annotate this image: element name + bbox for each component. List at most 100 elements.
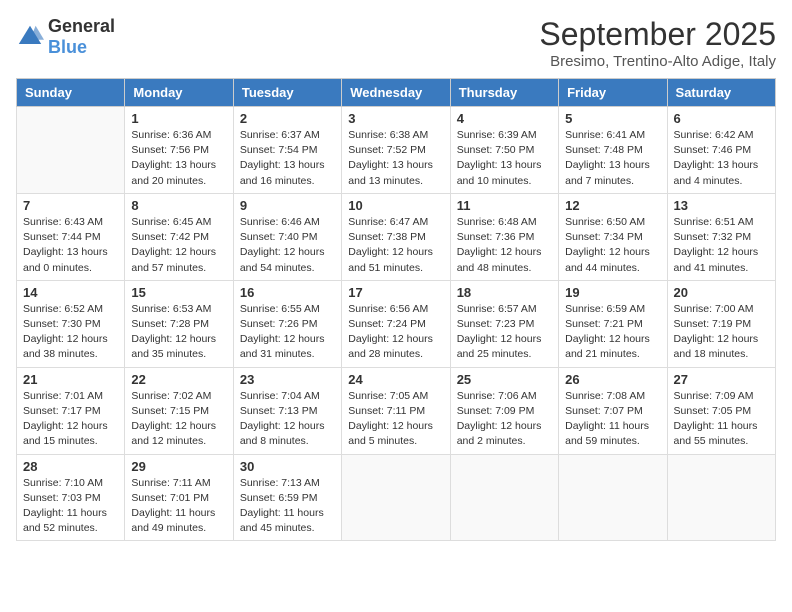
sunset-text: Sunset: 7:09 PM (457, 405, 535, 417)
sunrise-text: Sunrise: 7:13 AM (240, 477, 320, 489)
day-info: Sunrise: 7:05 AMSunset: 7:11 PMDaylight:… (348, 389, 443, 450)
daylight-text: Daylight: 11 hours and 55 minutes. (674, 420, 758, 447)
table-row: 1Sunrise: 6:36 AMSunset: 7:56 PMDaylight… (125, 107, 233, 194)
daylight-text: Daylight: 13 hours and 4 minutes. (674, 159, 759, 186)
sunrise-text: Sunrise: 6:53 AM (131, 303, 211, 315)
daylight-text: Daylight: 11 hours and 52 minutes. (23, 507, 107, 534)
day-number: 2 (240, 111, 335, 126)
day-info: Sunrise: 6:55 AMSunset: 7:26 PMDaylight:… (240, 302, 335, 363)
table-row: 27Sunrise: 7:09 AMSunset: 7:05 PMDayligh… (667, 367, 775, 454)
sunset-text: Sunset: 7:23 PM (457, 318, 535, 330)
day-number: 3 (348, 111, 443, 126)
sunset-text: Sunset: 7:32 PM (674, 231, 752, 243)
day-info: Sunrise: 7:02 AMSunset: 7:15 PMDaylight:… (131, 389, 226, 450)
day-number: 13 (674, 198, 769, 213)
daylight-text: Daylight: 13 hours and 20 minutes. (131, 159, 216, 186)
sunset-text: Sunset: 7:17 PM (23, 405, 101, 417)
sunset-text: Sunset: 7:40 PM (240, 231, 318, 243)
daylight-text: Daylight: 11 hours and 45 minutes. (240, 507, 324, 534)
daylight-text: Daylight: 13 hours and 7 minutes. (565, 159, 650, 186)
day-info: Sunrise: 7:01 AMSunset: 7:17 PMDaylight:… (23, 389, 118, 450)
col-thursday: Thursday (450, 79, 558, 107)
sunrise-text: Sunrise: 6:46 AM (240, 216, 320, 228)
table-row: 17Sunrise: 6:56 AMSunset: 7:24 PMDayligh… (342, 280, 450, 367)
daylight-text: Daylight: 12 hours and 8 minutes. (240, 420, 325, 447)
day-info: Sunrise: 6:53 AMSunset: 7:28 PMDaylight:… (131, 302, 226, 363)
calendar-week-row: 21Sunrise: 7:01 AMSunset: 7:17 PMDayligh… (17, 367, 776, 454)
sunrise-text: Sunrise: 6:51 AM (674, 216, 754, 228)
table-row: 6Sunrise: 6:42 AMSunset: 7:46 PMDaylight… (667, 107, 775, 194)
table-row: 28 Sunrise: 7:10 AM Sunset: 7:03 PM Dayligh… (17, 454, 125, 541)
table-row: 2Sunrise: 6:37 AMSunset: 7:54 PMDaylight… (233, 107, 341, 194)
day-number: 28 (23, 459, 118, 474)
col-wednesday: Wednesday (342, 79, 450, 107)
page-header: General Blue September 2025 Bresimo, Tre… (16, 16, 776, 70)
table-row: 25 Sunrise: 7:06 AM Sunset: 7:09 PM Dayligh… (450, 367, 558, 454)
day-number: 8 (131, 198, 226, 213)
table-row: 18Sunrise: 6:57 AMSunset: 7:23 PMDayligh… (450, 280, 558, 367)
day-info: Sunrise: 6:42 AMSunset: 7:46 PMDaylight:… (674, 128, 769, 189)
sunset-text: Sunset: 7:28 PM (131, 318, 209, 330)
day-number: 17 (348, 285, 443, 300)
sunrise-text: Sunrise: 6:48 AM (457, 216, 537, 228)
daylight-text: Daylight: 12 hours and 25 minutes. (457, 333, 542, 360)
logo-text: General Blue (48, 16, 115, 58)
daylight-text: Daylight: 12 hours and 21 minutes. (565, 333, 650, 360)
sunset-text: Sunset: 7:15 PM (131, 405, 209, 417)
table-row: 9Sunrise: 6:46 AMSunset: 7:40 PMDaylight… (233, 193, 341, 280)
day-number: 22 (131, 372, 226, 387)
day-number: 29 (131, 459, 226, 474)
daylight-text: Daylight: 12 hours and 48 minutes. (457, 246, 542, 273)
sunset-text: Sunset: 7:36 PM (457, 231, 535, 243)
daylight-text: Daylight: 12 hours and 31 minutes. (240, 333, 325, 360)
table-row: 3 Sunrise: 6:38 AMSunset: 7:52 PMDaylight… (342, 107, 450, 194)
sunset-text: Sunset: 7:24 PM (348, 318, 426, 330)
day-info: Sunrise: 7:06 AM Sunset: 7:09 PM Daylight:… (457, 389, 552, 450)
sunset-text: Sunset: 7:13 PM (240, 405, 318, 417)
day-number: 4 (457, 111, 552, 126)
sunrise-text: Sunrise: 7:10 AM (23, 477, 103, 489)
sunrise-text: Sunrise: 7:00 AM (674, 303, 754, 315)
sunset-text: Sunset: 7:07 PM (565, 405, 643, 417)
daylight-text: Daylight: 12 hours and 2 minutes. (457, 420, 542, 447)
daylight-text: Daylight: 12 hours and 38 minutes. (23, 333, 108, 360)
daylight-text: Daylight: 12 hours and 54 minutes. (240, 246, 325, 273)
daylight-text: Daylight: 12 hours and 15 minutes. (23, 420, 108, 447)
table-row (17, 107, 125, 194)
day-info: Sunrise: 6:39 AMSunset: 7:50 PMDaylight:… (457, 128, 552, 189)
table-row: 29Sunrise: 7:11 AMSunset: 7:01 PMDayligh… (125, 454, 233, 541)
table-row: 19 Sunrise: 6:59 AMSunset: 7:21 PMDayligh… (559, 280, 667, 367)
sunrise-text: Sunrise: 6:59 AM (565, 303, 645, 315)
table-row: 8Sunrise: 6:45 AMSunset: 7:42 PMDaylight… (125, 193, 233, 280)
day-info: Sunrise: 6:41 AMSunset: 7:48 PMDaylight:… (565, 128, 660, 189)
day-number: 25 (457, 372, 552, 387)
sunset-text: Sunset: 7:44 PM (23, 231, 101, 243)
sunset-text: Sunset: 7:26 PM (240, 318, 318, 330)
table-row: 4 Sunrise: 6:39 AMSunset: 7:50 PMDaylight… (450, 107, 558, 194)
sunset-text: Sunset: 7:19 PM (674, 318, 752, 330)
daylight-text: Daylight: 13 hours and 0 minutes. (23, 246, 108, 273)
day-number: 19 (565, 285, 660, 300)
table-row (450, 454, 558, 541)
table-row: 15Sunrise: 6:53 AMSunset: 7:28 PMDayligh… (125, 280, 233, 367)
day-info: Sunrise: 6:59 AMSunset: 7:21 PMDaylight:… (565, 302, 660, 363)
sunrise-text: Sunrise: 7:06 AM (457, 390, 537, 402)
sunset-text: Sunset: 7:42 PM (131, 231, 209, 243)
day-info: Sunrise: 6:47 AMSunset: 7:38 PMDaylight:… (348, 215, 443, 276)
sunrise-text: Sunrise: 6:38 AM (348, 129, 428, 141)
day-info: Sunrise: 6:38 AMSunset: 7:52 PMDaylight:… (348, 128, 443, 189)
month-title: September 2025 (539, 16, 776, 53)
sunrise-text: Sunrise: 6:50 AM (565, 216, 645, 228)
day-info: Sunrise: 7:10 AM Sunset: 7:03 PM Daylight:… (23, 476, 118, 537)
sunrise-text: Sunrise: 6:39 AM (457, 129, 537, 141)
sunset-text: Sunset: 7:56 PM (131, 144, 209, 156)
col-saturday: Saturday (667, 79, 775, 107)
day-number: 30 (240, 459, 335, 474)
table-row: 16Sunrise: 6:55 AMSunset: 7:26 PMDayligh… (233, 280, 341, 367)
day-info: Sunrise: 7:08 AMSunset: 7:07 PMDaylight:… (565, 389, 660, 450)
day-number: 23 (240, 372, 335, 387)
day-number: 1 (131, 111, 226, 126)
sunset-text: Sunset: 7:54 PM (240, 144, 318, 156)
daylight-text: Daylight: 12 hours and 41 minutes. (674, 246, 759, 273)
sunset-text: Sunset: 7:03 PM (23, 492, 101, 504)
